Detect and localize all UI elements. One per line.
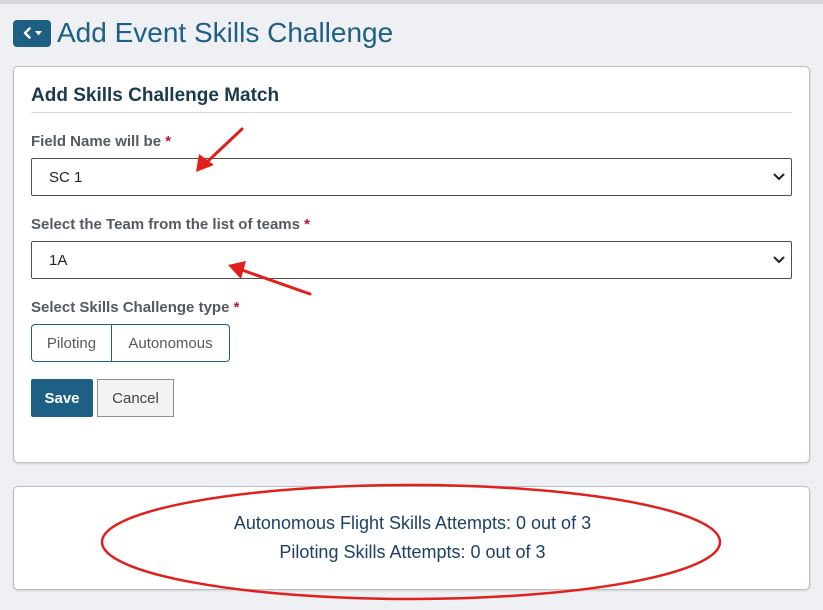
piloting-attempts: Piloting Skills Attempts: 0 out of 3 — [279, 542, 546, 562]
field-name-label: Field Name will be * — [31, 133, 171, 150]
add-skills-challenge-card: Add Skills Challenge Match Field Name wi… — [13, 66, 810, 463]
page-header: Add Event Skills Challenge — [13, 17, 393, 49]
field-name-value: SC 1 — [49, 168, 83, 186]
team-value: 1A — [49, 251, 68, 269]
field-name-label-text: Field Name will be — [31, 133, 162, 150]
team-label-text: Select the Team from the list of teams — [31, 216, 300, 233]
challenge-type-label-text: Select Skills Challenge type — [31, 299, 230, 316]
top-border — [0, 0, 823, 4]
attempts-card: Autonomous Flight Skills Attempts: 0 out… — [13, 486, 810, 590]
card-title: Add Skills Challenge Match — [31, 85, 280, 106]
required-mark: * — [233, 299, 240, 316]
team-label: Select the Team from the list of teams * — [31, 216, 310, 233]
page-title: Add Event Skills Challenge — [57, 17, 394, 48]
team-select[interactable]: 1A — [31, 241, 792, 279]
required-mark: * — [165, 133, 172, 150]
chevron-left-icon — [23, 27, 31, 39]
chevron-down-icon — [773, 256, 785, 263]
chevron-down-icon — [773, 173, 785, 180]
challenge-type-toggle-group: Piloting Autonomous — [31, 324, 230, 362]
cancel-button[interactable]: Cancel — [97, 379, 174, 417]
back-button[interactable] — [13, 19, 51, 47]
card-divider — [31, 112, 792, 113]
autonomous-option[interactable]: Autonomous — [112, 324, 230, 362]
required-mark: * — [304, 216, 310, 233]
piloting-option[interactable]: Piloting — [31, 324, 112, 362]
caret-down-icon — [34, 30, 42, 35]
save-button[interactable]: Save — [31, 379, 93, 417]
challenge-type-label: Select Skills Challenge type * — [31, 299, 239, 316]
autonomous-attempts: Autonomous Flight Skills Attempts: 0 out… — [233, 513, 592, 533]
field-name-select[interactable]: SC 1 — [31, 158, 792, 196]
